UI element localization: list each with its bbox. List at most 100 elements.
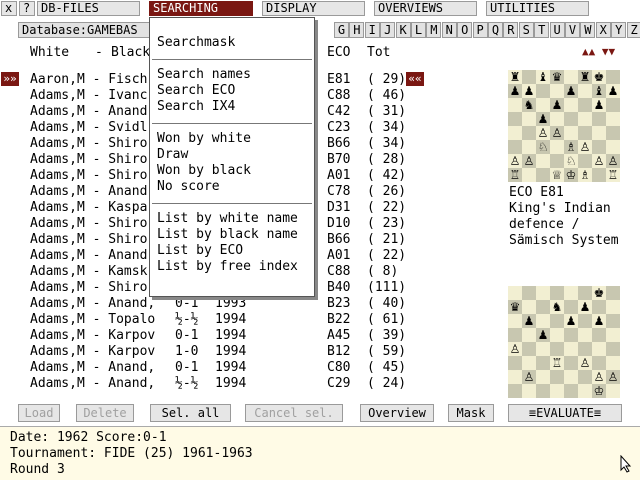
menu-item-search-eco[interactable]: Search ECO — [157, 83, 235, 98]
game-eco: A45 — [327, 328, 351, 343]
game-moves: ( 61) — [367, 312, 407, 327]
mask-button[interactable]: Mask — [448, 404, 494, 422]
game-result: 0-1 — [175, 296, 199, 311]
board-square — [564, 112, 578, 126]
game-row[interactable]: Adams,M - Karpov 1-0 1994 B12 ( 59) — [0, 344, 500, 360]
menu-item-draw[interactable]: Draw — [157, 147, 188, 162]
board-square — [508, 140, 522, 154]
game-row[interactable]: Adams,M - Anand, 0-1 1993 B23 ( 40) — [0, 296, 500, 312]
black-pawn-icon: ♟ — [606, 84, 620, 98]
col-black[interactable]: Black — [111, 45, 150, 60]
letter-o[interactable]: O — [457, 22, 473, 38]
white-rook-icon: ♖ — [606, 168, 620, 182]
game-moves: ( 34) — [367, 136, 407, 151]
row-pointer-left-icon: »» — [1, 72, 19, 86]
letter-r[interactable]: R — [503, 22, 519, 38]
letter-k[interactable]: K — [395, 22, 411, 38]
board-square — [606, 342, 620, 356]
board-square — [508, 314, 522, 328]
board-square — [508, 370, 522, 384]
menu-item-no-score[interactable]: No score — [157, 179, 220, 194]
menu-item-won-by-white[interactable]: Won by white — [157, 131, 251, 146]
load-button[interactable]: Load — [18, 404, 60, 422]
game-eco: D31 — [327, 200, 351, 215]
board-square — [550, 370, 564, 384]
menu-item-search-ix4[interactable]: Search IX4 — [157, 99, 235, 114]
menu-bar: x ? DB-FILES SEARCHING DISPLAY OVERVIEWS… — [0, 0, 640, 17]
board-square — [564, 356, 578, 370]
delete-button[interactable]: Delete — [76, 404, 134, 422]
letter-x[interactable]: X — [595, 22, 611, 38]
menu-item-searchmask[interactable]: Searchmask — [157, 35, 235, 50]
menu-display[interactable]: DISPLAY — [262, 1, 365, 16]
letter-l[interactable]: L — [411, 22, 426, 38]
menu-item-won-by-black[interactable]: Won by black — [157, 163, 251, 178]
col-tot[interactable]: Tot — [367, 45, 390, 60]
board-square — [522, 300, 536, 314]
game-players: Adams,M - Anand — [30, 248, 148, 263]
white-pawn-icon: ♙ — [508, 154, 522, 168]
game-row[interactable]: Adams,M - Karpov 0-1 1994 A45 ( 39) — [0, 328, 500, 344]
board-square — [606, 126, 620, 140]
white-pawn-icon: ♙ — [592, 370, 606, 384]
letter-y[interactable]: Y — [611, 22, 627, 38]
menu-item-list-by-black-name[interactable]: List by black name — [157, 227, 298, 242]
board-square — [564, 342, 578, 356]
cancel-selection-button[interactable]: Cancel sel. — [245, 404, 343, 422]
menu-searching[interactable]: SEARCHING — [149, 1, 253, 16]
menu-db-files[interactable]: DB-FILES — [37, 1, 140, 16]
letter-n[interactable]: N — [441, 22, 457, 38]
letter-m[interactable]: M — [426, 22, 442, 38]
letter-g[interactable]: G — [334, 22, 349, 38]
board-square — [536, 154, 550, 168]
letter-u[interactable]: U — [549, 22, 565, 38]
board-square — [536, 384, 550, 398]
letter-z[interactable]: Z — [626, 22, 640, 38]
letter-s[interactable]: S — [518, 22, 534, 38]
menu-utilities[interactable]: UTILITIES — [486, 1, 589, 16]
board-square — [508, 112, 522, 126]
game-row[interactable]: Adams,M - Anand, 0-1 1994 C80 ( 45) — [0, 360, 500, 376]
menu-item-search-names[interactable]: Search names — [157, 67, 251, 82]
close-button[interactable]: x — [1, 1, 17, 16]
board-square — [522, 126, 536, 140]
board-square — [550, 154, 564, 168]
board-square — [550, 140, 564, 154]
col-white[interactable]: White — [30, 45, 69, 60]
overview-button[interactable]: Overview — [360, 404, 434, 422]
letter-h[interactable]: H — [349, 22, 365, 38]
letter-j[interactable]: J — [380, 22, 396, 38]
game-eco: C23 — [327, 120, 351, 135]
board-square — [508, 384, 522, 398]
game-row[interactable]: Adams,M - Anand, ½-½ 1994 C29 ( 24) — [0, 376, 500, 392]
menu-item-list-by-free-index[interactable]: List by free index — [157, 259, 298, 274]
col-eco[interactable]: ECO — [327, 45, 350, 60]
game-result: 0-1 — [175, 360, 199, 375]
letter-v[interactable]: V — [565, 22, 580, 38]
game-row[interactable]: Adams,M - Topalo ½-½ 1994 B22 ( 61) — [0, 312, 500, 328]
white-pawn-icon: ♙ — [508, 342, 522, 356]
board-square — [606, 70, 620, 84]
board-square — [592, 112, 606, 126]
menu-item-list-by-eco[interactable]: List by ECO — [157, 243, 243, 258]
game-players: Aaron,M - Fisch — [30, 72, 148, 87]
menu-overviews[interactable]: OVERVIEWS — [374, 1, 477, 16]
game-players: Adams,M - Kamsk — [30, 264, 148, 279]
letter-t[interactable]: T — [534, 22, 550, 38]
database-selector[interactable]: Database:GAMEBAS — [18, 22, 158, 38]
game-moves: ( 46) — [367, 88, 407, 103]
letter-q[interactable]: Q — [488, 22, 503, 38]
board-square — [564, 300, 578, 314]
black-knight-icon: ♞ — [550, 300, 564, 314]
game-eco: C29 — [327, 376, 351, 391]
select-all-button[interactable]: Sel. all — [150, 404, 231, 422]
game-eco: E81 — [327, 72, 351, 87]
letter-w[interactable]: W — [580, 22, 596, 38]
sort-arrows-icon[interactable]: ▲▲ ▼▼ — [582, 45, 615, 58]
menu-item-list-by-white-name[interactable]: List by white name — [157, 211, 298, 226]
game-moves: ( 39) — [367, 328, 407, 343]
evaluate-button[interactable]: ≡EVALUATE≡ — [508, 404, 622, 422]
letter-i[interactable]: I — [364, 22, 380, 38]
letter-p[interactable]: P — [472, 22, 488, 38]
help-button[interactable]: ? — [19, 1, 35, 16]
